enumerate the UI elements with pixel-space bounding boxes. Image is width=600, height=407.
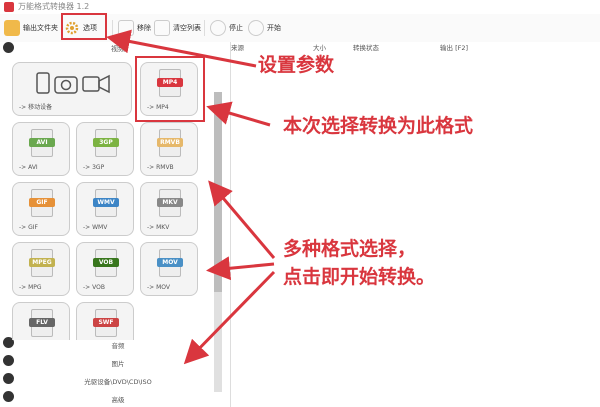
annotation-multi-format-line1: 多种格式选择， <box>283 238 417 260</box>
arrow-to-mkv <box>208 180 276 259</box>
annotation-chosen-format: 本次选择转换为此格式 <box>283 115 474 137</box>
arrow-to-mov <box>206 256 275 281</box>
annotation-multi-format-line2: 点击即开始转换。 <box>283 266 436 288</box>
arrow-to-options <box>106 29 257 68</box>
annotation-set-params: 设置参数 <box>258 54 335 76</box>
arrow-to-swf <box>183 270 276 365</box>
arrow-to-mp4 <box>206 101 271 127</box>
